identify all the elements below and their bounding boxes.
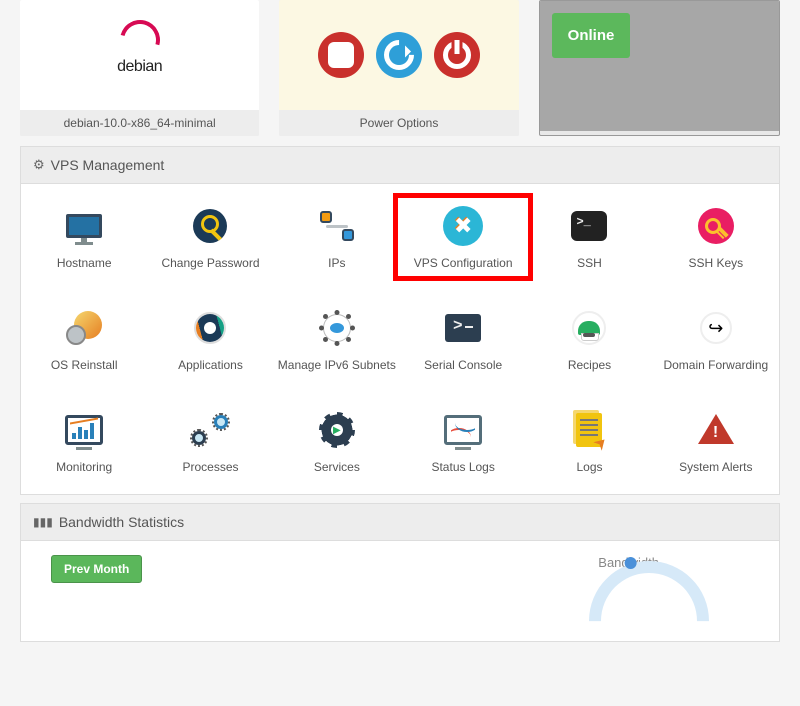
- key-circle-icon: [193, 209, 227, 243]
- mgmt-domain-forwarding[interactable]: ↪ Domain Forwarding: [653, 302, 779, 376]
- mgmt-monitoring[interactable]: Monitoring: [21, 404, 147, 478]
- mgmt-hostname[interactable]: Hostname: [21, 200, 147, 274]
- gear-icon: ⚙: [33, 157, 45, 173]
- os-card: debian debian-10.0-x86_64-minimal: [20, 0, 259, 136]
- mgmt-os-reinstall[interactable]: OS Reinstall: [21, 302, 147, 376]
- notepad-icon: [576, 413, 602, 447]
- vps-management-header: ⚙ VPS Management: [21, 147, 779, 184]
- debian-logo-icon: debian: [110, 20, 170, 90]
- mgmt-recipes[interactable]: Recipes: [526, 302, 652, 376]
- bandwidth-panel: ▮▮▮ Bandwidth Statistics Prev Month Band…: [20, 503, 780, 642]
- top-summary-row: debian debian-10.0-x86_64-minimal Power …: [20, 0, 780, 136]
- gears-icon: [192, 415, 228, 445]
- swirl-logo-icon: [194, 312, 226, 344]
- vps-management-title: VPS Management: [51, 157, 165, 173]
- key-badge-icon: [698, 208, 734, 244]
- prev-month-button[interactable]: Prev Month: [51, 555, 142, 583]
- mgmt-services[interactable]: Services: [274, 404, 400, 478]
- power-options-card: Power Options: [279, 0, 518, 136]
- power-stop-button[interactable]: [318, 32, 364, 78]
- disks-icon: [66, 311, 102, 345]
- mgmt-ssh[interactable]: SSH: [526, 200, 652, 274]
- status-card: Online: [539, 0, 780, 136]
- mgmt-status-logs[interactable]: Status Logs: [400, 404, 526, 478]
- mgmt-ssh-keys[interactable]: SSH Keys: [653, 200, 779, 274]
- gear-play-icon: [320, 413, 354, 447]
- mgmt-processes[interactable]: Processes: [147, 404, 273, 478]
- mgmt-ips[interactable]: IPs: [274, 200, 400, 274]
- vps-management-panel: ⚙ VPS Management Hostname Change Passwor…: [20, 146, 780, 495]
- chef-hat-icon: [572, 311, 606, 345]
- bandwidth-title: Bandwidth Statistics: [59, 514, 184, 530]
- bar-chart-icon: ▮▮▮: [33, 515, 53, 529]
- status-badge: Online: [552, 13, 631, 58]
- mgmt-ipv6[interactable]: Manage IPv6 Subnets: [274, 302, 400, 376]
- power-options-label: Power Options: [279, 110, 518, 136]
- mgmt-serial-console[interactable]: Serial Console: [400, 302, 526, 376]
- mgmt-vps-configuration[interactable]: ✖ VPS Configuration: [400, 200, 526, 274]
- domain-forward-icon: ↪: [700, 312, 732, 344]
- terminal-icon: [571, 211, 607, 241]
- alert-triangle-icon: [698, 396, 734, 444]
- bandwidth-header: ▮▮▮ Bandwidth Statistics: [21, 504, 779, 541]
- power-off-button[interactable]: [434, 32, 480, 78]
- network-nodes-icon: [320, 211, 354, 241]
- power-restart-button[interactable]: [376, 32, 422, 78]
- os-label: debian-10.0-x86_64-minimal: [20, 110, 259, 136]
- graph-screen-icon: [444, 415, 482, 445]
- bandwidth-gauge-icon: [564, 536, 734, 706]
- mgmt-change-password[interactable]: Change Password: [147, 200, 273, 274]
- mgmt-logs[interactable]: Logs: [526, 404, 652, 478]
- console-icon: [445, 314, 481, 342]
- tools-circle-icon: ✖: [443, 206, 483, 246]
- mgmt-applications[interactable]: Applications: [147, 302, 273, 376]
- mgmt-system-alerts[interactable]: System Alerts: [653, 404, 779, 478]
- monitor-icon: [66, 214, 102, 238]
- ipv6-network-icon: [319, 310, 355, 346]
- chart-screen-icon: [65, 415, 103, 445]
